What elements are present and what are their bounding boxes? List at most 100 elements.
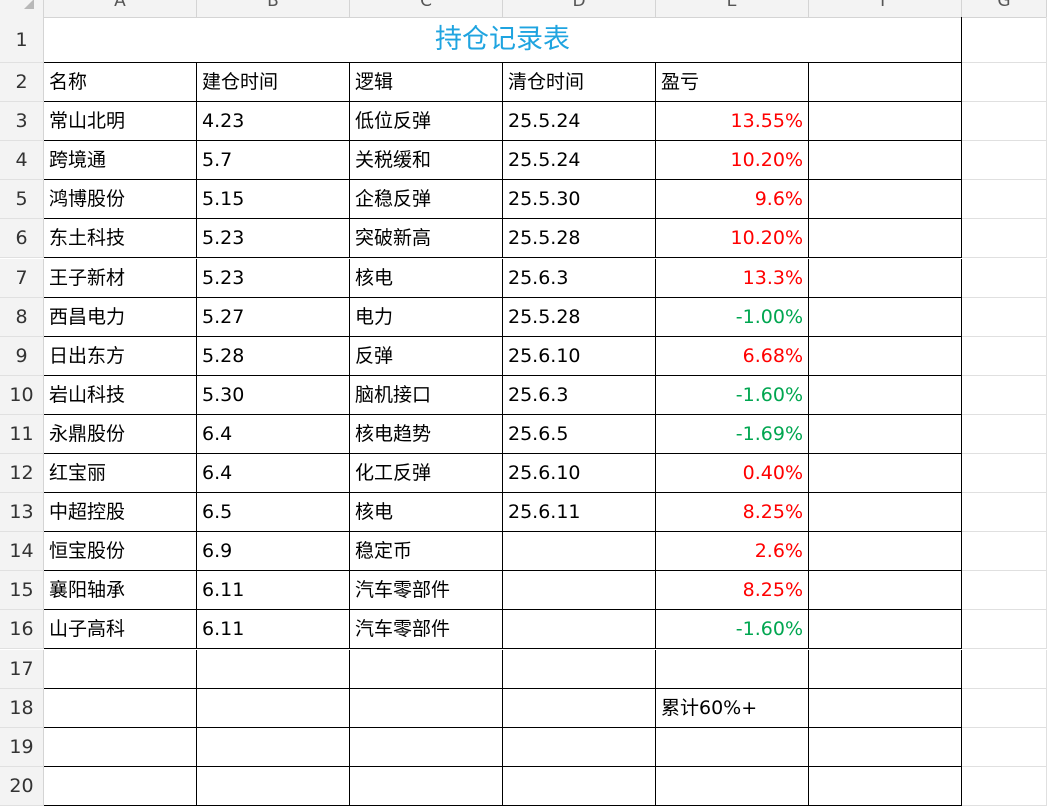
logic-cell[interactable]: 化工反弹 xyxy=(350,454,503,494)
empty-cell[interactable] xyxy=(809,493,962,533)
header-cell[interactable]: 清仓时间 xyxy=(503,63,656,103)
empty-cell[interactable] xyxy=(656,727,809,767)
open-date-cell[interactable]: 5.28 xyxy=(197,336,350,376)
pnl-cell[interactable]: 13.55% xyxy=(656,102,809,142)
empty-cell[interactable] xyxy=(350,727,503,767)
stock-name-cell[interactable]: 王子新材 xyxy=(44,258,197,298)
stock-name-cell[interactable]: 跨境通 xyxy=(44,141,197,181)
logic-cell[interactable]: 核电 xyxy=(350,258,503,298)
row-header-13[interactable]: 13 xyxy=(0,493,44,533)
summary-cell[interactable]: 累计60%+ xyxy=(656,688,809,728)
empty-cell[interactable] xyxy=(809,258,962,298)
empty-cell[interactable] xyxy=(962,297,1047,337)
empty-cell[interactable] xyxy=(809,610,962,650)
empty-cell[interactable] xyxy=(809,649,962,689)
logic-cell[interactable]: 电力 xyxy=(350,297,503,337)
logic-cell[interactable]: 脑机接口 xyxy=(350,375,503,415)
row-header-12[interactable]: 12 xyxy=(0,454,44,494)
sheet-title[interactable]: 持仓记录表 xyxy=(44,17,962,63)
empty-cell[interactable] xyxy=(809,688,962,728)
row-header-19[interactable]: 19 xyxy=(0,727,44,767)
pnl-cell[interactable]: 10.20% xyxy=(656,141,809,181)
empty-cell[interactable] xyxy=(503,649,656,689)
empty-cell[interactable] xyxy=(809,532,962,572)
row-header-3[interactable]: 3 xyxy=(0,102,44,142)
pnl-cell[interactable]: -1.69% xyxy=(656,414,809,454)
empty-cell[interactable] xyxy=(656,649,809,689)
row-header-15[interactable]: 15 xyxy=(0,571,44,611)
empty-cell[interactable] xyxy=(962,610,1047,650)
stock-name-cell[interactable]: 西昌电力 xyxy=(44,297,197,337)
pnl-cell[interactable]: 0.40% xyxy=(656,454,809,494)
header-cell[interactable]: 建仓时间 xyxy=(197,63,350,103)
empty-cell[interactable] xyxy=(809,727,962,767)
column-header-e[interactable]: E xyxy=(656,0,809,17)
pnl-cell[interactable]: 6.68% xyxy=(656,336,809,376)
pnl-cell[interactable]: 8.25% xyxy=(656,493,809,533)
stock-name-cell[interactable]: 山子高科 xyxy=(44,610,197,650)
header-cell[interactable]: 盈亏 xyxy=(656,63,809,103)
close-date-cell[interactable]: 25.5.30 xyxy=(503,180,656,220)
close-date-cell[interactable]: 25.6.5 xyxy=(503,414,656,454)
logic-cell[interactable]: 汽车零部件 xyxy=(350,571,503,611)
header-cell[interactable]: 名称 xyxy=(44,63,197,103)
stock-name-cell[interactable]: 红宝丽 xyxy=(44,454,197,494)
row-header-4[interactable]: 4 xyxy=(0,141,44,181)
open-date-cell[interactable]: 4.23 xyxy=(197,102,350,142)
column-header-f[interactable]: F xyxy=(809,0,962,17)
open-date-cell[interactable]: 5.27 xyxy=(197,297,350,337)
row-header-6[interactable]: 6 xyxy=(0,219,44,259)
empty-cell[interactable] xyxy=(962,493,1047,533)
row-header-5[interactable]: 5 xyxy=(0,180,44,220)
empty-cell[interactable] xyxy=(809,180,962,220)
row-header-2[interactable]: 2 xyxy=(0,63,44,103)
stock-name-cell[interactable]: 岩山科技 xyxy=(44,375,197,415)
close-date-cell[interactable]: 25.6.3 xyxy=(503,258,656,298)
empty-cell[interactable] xyxy=(962,532,1047,572)
empty-cell[interactable] xyxy=(350,688,503,728)
empty-cell[interactable] xyxy=(809,766,962,806)
pnl-cell[interactable]: -1.60% xyxy=(656,610,809,650)
empty-cell[interactable] xyxy=(962,141,1047,181)
open-date-cell[interactable]: 6.9 xyxy=(197,532,350,572)
logic-cell[interactable]: 反弹 xyxy=(350,336,503,376)
column-header-b[interactable]: B xyxy=(197,0,350,17)
row-header-7[interactable]: 7 xyxy=(0,258,44,298)
stock-name-cell[interactable]: 恒宝股份 xyxy=(44,532,197,572)
pnl-cell[interactable]: 9.6% xyxy=(656,180,809,220)
empty-cell[interactable] xyxy=(809,454,962,494)
close-date-cell[interactable]: 25.5.24 xyxy=(503,141,656,181)
row-header-1[interactable]: 1 xyxy=(0,17,44,63)
logic-cell[interactable]: 关税缓和 xyxy=(350,141,503,181)
empty-cell[interactable] xyxy=(809,414,962,454)
close-date-cell[interactable]: 25.5.28 xyxy=(503,297,656,337)
empty-cell[interactable] xyxy=(962,375,1047,415)
column-header-g[interactable]: G xyxy=(962,0,1047,17)
empty-cell[interactable] xyxy=(809,336,962,376)
empty-cell[interactable] xyxy=(197,649,350,689)
close-date-cell[interactable] xyxy=(503,571,656,611)
row-header-9[interactable]: 9 xyxy=(0,336,44,376)
select-all-corner[interactable] xyxy=(0,0,44,17)
empty-cell[interactable] xyxy=(962,766,1047,806)
empty-cell[interactable] xyxy=(809,571,962,611)
row-header-11[interactable]: 11 xyxy=(0,414,44,454)
stock-name-cell[interactable]: 东土科技 xyxy=(44,219,197,259)
empty-cell[interactable] xyxy=(350,766,503,806)
open-date-cell[interactable]: 6.11 xyxy=(197,610,350,650)
stock-name-cell[interactable]: 永鼎股份 xyxy=(44,414,197,454)
empty-cell[interactable] xyxy=(962,688,1047,728)
stock-name-cell[interactable]: 鸿博股份 xyxy=(44,180,197,220)
empty-cell[interactable] xyxy=(656,766,809,806)
row-header-17[interactable]: 17 xyxy=(0,649,44,689)
cell-g1[interactable] xyxy=(962,17,1047,63)
stock-name-cell[interactable]: 日出东方 xyxy=(44,336,197,376)
empty-cell[interactable] xyxy=(44,766,197,806)
empty-cell[interactable] xyxy=(44,688,197,728)
empty-cell[interactable] xyxy=(962,649,1047,689)
empty-cell[interactable] xyxy=(44,727,197,767)
logic-cell[interactable]: 企稳反弹 xyxy=(350,180,503,220)
close-date-cell[interactable]: 25.6.10 xyxy=(503,454,656,494)
pnl-cell[interactable]: 13.3% xyxy=(656,258,809,298)
pnl-cell[interactable]: -1.60% xyxy=(656,375,809,415)
